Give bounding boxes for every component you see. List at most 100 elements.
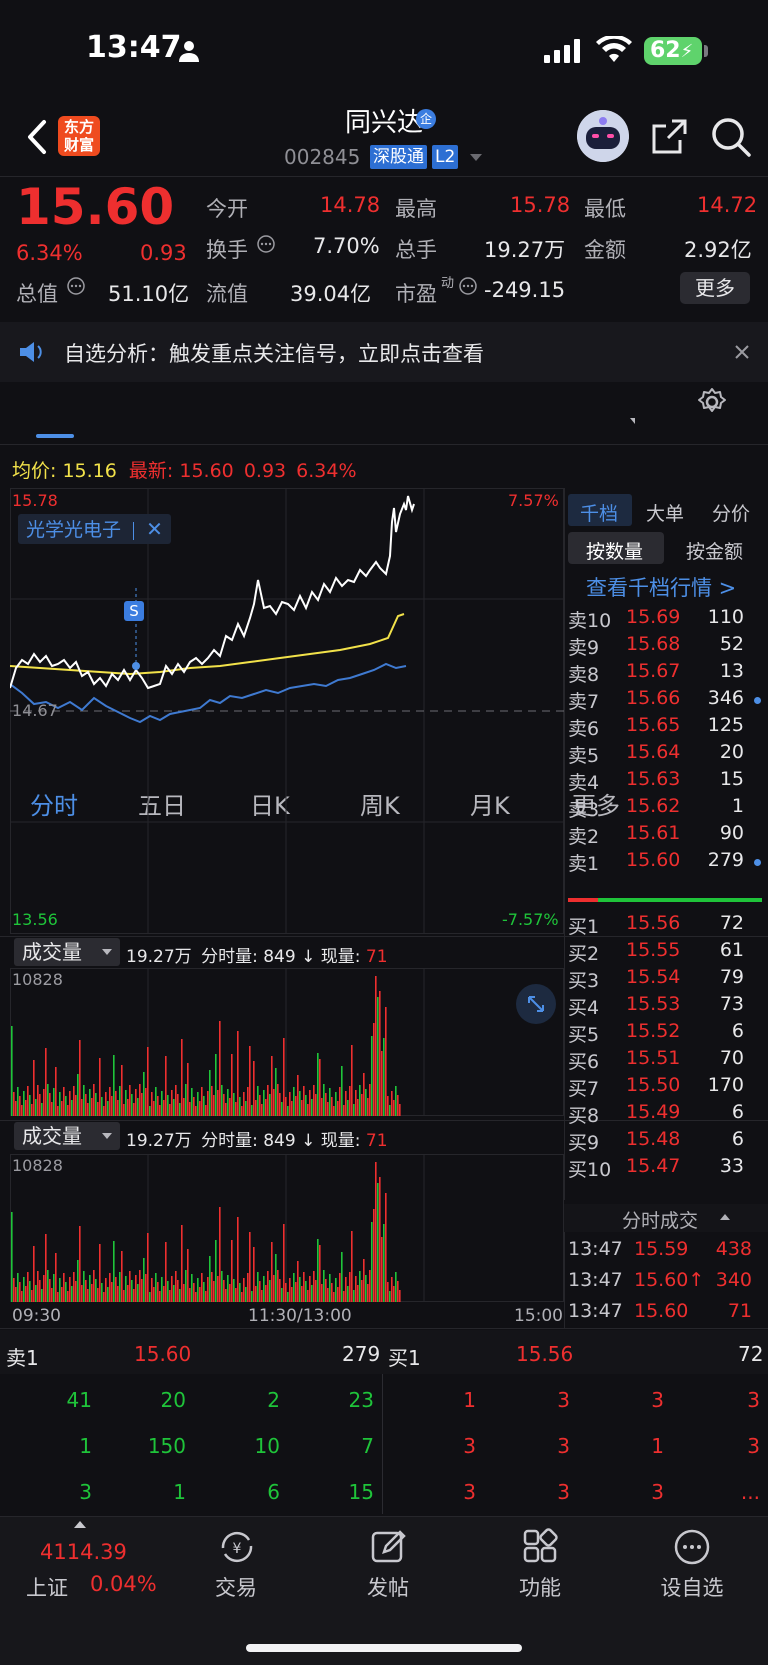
volume-bar — [301, 1286, 303, 1302]
ask-row[interactable]: 卖7 15.66 346 — [568, 687, 758, 715]
nav-post[interactable]: 发帖 — [338, 1572, 438, 1602]
more-info-icon[interactable] — [256, 234, 276, 254]
more-info-icon[interactable] — [66, 276, 86, 296]
volume-bar — [307, 1290, 309, 1302]
ask-row[interactable]: 卖5 15.64 20 — [568, 741, 758, 769]
bid-row[interactable]: 买9 15.48 6 — [568, 1128, 758, 1156]
volume-bar — [141, 1279, 143, 1302]
volume-bar — [355, 1090, 357, 1116]
volume-chart[interactable] — [10, 968, 564, 1116]
view-full-depth-link[interactable]: 查看千档行情 > — [586, 572, 736, 602]
volume-bar — [303, 1086, 305, 1116]
subtab-by-quantity[interactable]: 按数量 — [586, 537, 643, 564]
tab-big-orders[interactable]: 大单 — [646, 499, 684, 526]
bid-level-label: 买7 — [568, 1078, 600, 1100]
stat-label-open: 今开 — [206, 197, 248, 221]
bid-row[interactable]: 买8 15.49 6 — [568, 1101, 758, 1129]
buy-queue-order: 3 — [651, 1388, 664, 1412]
bid-row[interactable]: 买2 15.55 61 — [568, 939, 758, 967]
volume-bar — [201, 1087, 203, 1116]
close-icon[interactable] — [734, 344, 750, 360]
ask-row[interactable]: 卖9 15.68 52 — [568, 633, 758, 661]
bid-row[interactable]: 买7 15.50 170 — [568, 1074, 758, 1102]
stat-value-high: 15.78 — [510, 193, 571, 217]
trade-icon[interactable]: ¥ — [217, 1528, 257, 1566]
share-icon[interactable] — [650, 116, 690, 156]
bid-row[interactable]: 买10 15.47 33 — [568, 1155, 758, 1183]
more-button[interactable]: 更多 — [680, 272, 750, 304]
chart-grid — [10, 488, 564, 934]
chevron-down-icon[interactable] — [470, 154, 482, 161]
bid-row[interactable]: 买1 15.56 72 — [568, 912, 758, 940]
volume-bar — [195, 1292, 197, 1302]
bid-volume: 33 — [719, 1155, 744, 1177]
ask-row[interactable]: 卖3 15.62 1 — [568, 795, 758, 823]
bid-price: 15.56 — [626, 912, 681, 934]
grid-icon[interactable] — [522, 1528, 560, 1566]
expand-button[interactable] — [516, 984, 556, 1024]
more-info-icon[interactable] — [458, 276, 478, 296]
volume-bar — [57, 1292, 59, 1302]
volume-bar — [373, 1023, 375, 1116]
volume-bar — [139, 1270, 141, 1302]
volume-selector[interactable]: 成交量 — [14, 938, 120, 966]
robot-assistant-icon[interactable] — [577, 110, 629, 162]
nav-trade[interactable]: 交易 — [186, 1572, 286, 1602]
bid-row[interactable]: 买4 15.53 73 — [568, 993, 758, 1021]
bid-level-label: 买6 — [568, 1051, 600, 1073]
signal-marker-badge[interactable]: S — [124, 601, 144, 621]
trades-header[interactable]: 分时成交 — [564, 1204, 768, 1232]
volume-bar — [49, 1279, 51, 1302]
bid-row[interactable]: 买3 15.54 79 — [568, 966, 758, 994]
intraday-price-chart[interactable] — [10, 488, 564, 934]
latest-label: 最新: — [128, 460, 174, 482]
ask-row[interactable]: 卖2 15.61 90 — [568, 822, 758, 850]
bid-ratio-bar — [598, 898, 762, 902]
home-indicator[interactable] — [246, 1644, 522, 1652]
bid-level-label: 买10 — [568, 1159, 612, 1181]
volume-bar — [35, 1099, 37, 1116]
tab-price-distribution[interactable]: 分价 — [712, 499, 750, 526]
nav-add-watchlist[interactable]: 设自选 — [642, 1572, 742, 1602]
subtab-by-amount[interactable]: 按金额 — [686, 537, 743, 564]
sell-queue-order: 10 — [254, 1434, 280, 1458]
gear-icon[interactable] — [696, 386, 728, 418]
ask-price: 15.63 — [626, 768, 681, 790]
volume-bar — [29, 1281, 31, 1302]
volume-bar — [295, 1096, 297, 1116]
ask-row[interactable]: 卖10 15.69 110 — [568, 606, 758, 634]
more-options-icon[interactable] — [673, 1528, 711, 1566]
ask-row[interactable]: 卖8 15.67 13 — [568, 660, 758, 688]
volume-bar — [95, 1279, 97, 1302]
ask-price: 15.62 — [626, 795, 681, 817]
index-value[interactable]: 4114.39 — [40, 1540, 127, 1564]
volume-bar — [207, 1091, 209, 1116]
sector-indicator-chip[interactable]: 光学光电子 ✕ — [18, 514, 171, 544]
close-icon[interactable]: ✕ — [146, 517, 163, 541]
ask-volume: 1 — [731, 795, 744, 817]
index-name[interactable]: 上证 — [26, 1572, 68, 1602]
tab-full-depth[interactable]: 千档 — [580, 499, 618, 526]
search-icon[interactable] — [710, 116, 752, 158]
bid-row[interactable]: 买6 15.51 70 — [568, 1047, 758, 1075]
volume-bar — [221, 1271, 223, 1302]
volume-chart-2[interactable] — [10, 1154, 564, 1302]
ask-row[interactable]: 卖6 15.65 125 — [568, 714, 758, 742]
volume-bar — [359, 1271, 361, 1302]
volume-bar — [83, 1085, 85, 1116]
volume-bar — [111, 1096, 113, 1116]
volume-bar — [167, 1281, 169, 1302]
ask-row[interactable]: 卖1 15.60 279 — [568, 849, 758, 877]
ask-level-label: 卖7 — [568, 691, 600, 713]
compose-icon[interactable] — [370, 1528, 408, 1566]
nav-functions[interactable]: 功能 — [490, 1572, 590, 1602]
ask-row[interactable]: 卖4 15.63 15 — [568, 768, 758, 796]
notice-bar[interactable]: 自选分析：触发重点关注信号，立即点击查看 — [0, 322, 768, 382]
bid-row[interactable]: 买5 15.52 6 — [568, 1020, 758, 1048]
volume-bar — [27, 1272, 29, 1302]
volume-selector-2[interactable]: 成交量 — [14, 1122, 120, 1150]
buy-queue-order: 3 — [651, 1480, 664, 1504]
index-pct[interactable]: 0.04% — [90, 1572, 157, 1596]
volume-bar — [381, 1051, 383, 1116]
volume-bar — [311, 1285, 313, 1302]
